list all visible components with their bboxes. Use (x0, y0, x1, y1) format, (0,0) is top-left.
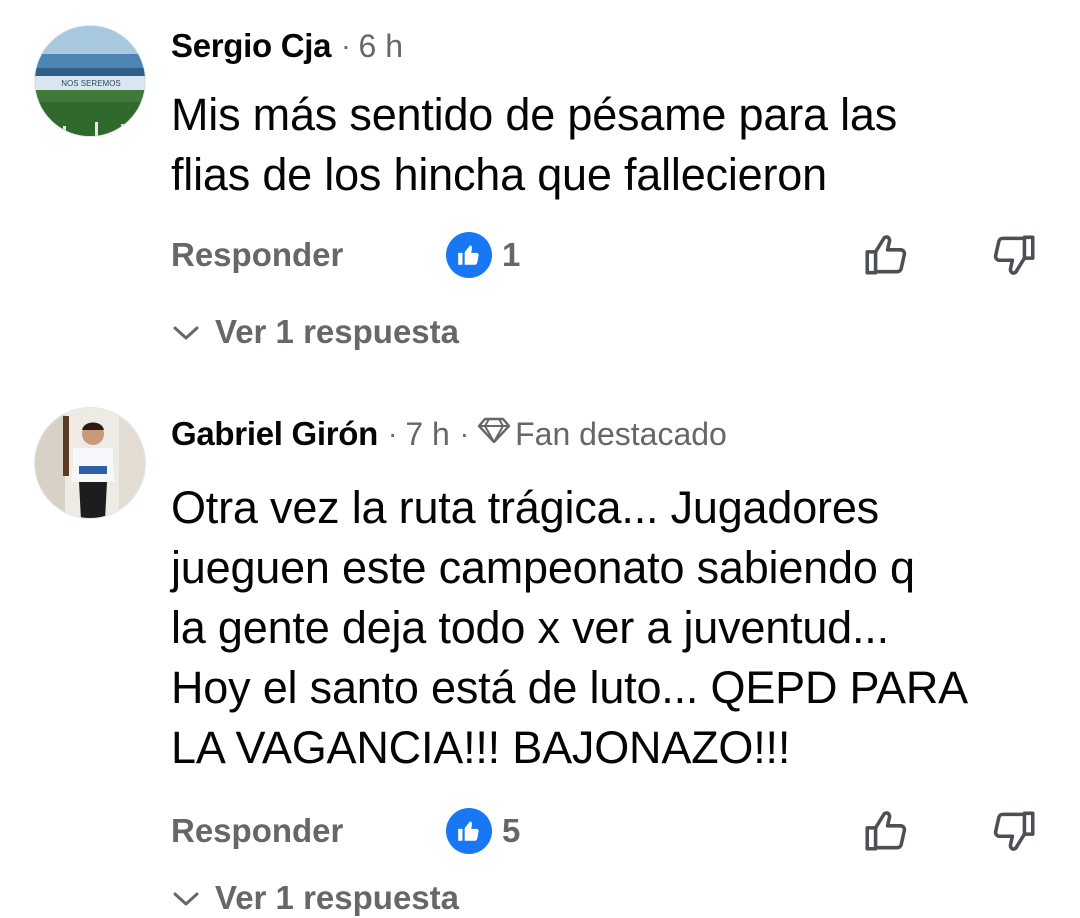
chevron-down-icon (171, 879, 215, 917)
view-replies-link[interactable]: Ver 1 respuesta (171, 878, 459, 918)
timestamp[interactable]: 7 h (405, 416, 449, 453)
reply-button[interactable]: Responder (171, 812, 343, 850)
fan-badge-label: Fan destacado (515, 415, 727, 452)
fan-badge[interactable]: Fan destacado (477, 415, 727, 453)
reply-button[interactable]: Responder (171, 236, 343, 274)
thumbs-down-outline-icon[interactable] (989, 806, 1039, 861)
reaction-count: 1 (502, 236, 521, 273)
chevron-down-icon (171, 313, 215, 351)
author-name[interactable]: Gabriel Girón (171, 415, 378, 453)
comment-actions: Responder 5 (171, 806, 1041, 856)
reaction-count: 5 (502, 812, 521, 849)
comment-meta: Gabriel Girón · 7 h · Fan destacado (171, 414, 727, 454)
separator-dot: · (341, 30, 351, 61)
avatar[interactable] (34, 407, 146, 519)
comment-text: Mis más sentido de pésame para las flias… (171, 89, 898, 200)
author-name[interactable]: Sergio Cja (171, 27, 332, 65)
thumbs-up-outline-icon[interactable] (861, 806, 911, 861)
avatar-banner-text: NOS SEREMOS (61, 79, 121, 88)
avatar[interactable]: NOS SEREMOS (34, 25, 146, 137)
thumbs-down-outline-icon[interactable] (989, 230, 1039, 285)
thumbs-up-filled-icon (446, 808, 492, 854)
thumbs-up-filled-icon (446, 232, 492, 278)
reaction-summary[interactable]: 5 (446, 806, 520, 856)
thumbs-up-outline-icon[interactable] (861, 230, 911, 285)
comment-text: Otra vez la ruta trágica... Jugadores ju… (171, 482, 968, 773)
view-replies-label: Ver 1 respuesta (215, 879, 459, 916)
view-replies-link[interactable]: Ver 1 respuesta (171, 312, 459, 352)
diamond-icon (477, 415, 515, 453)
separator-dot: · (459, 418, 470, 449)
reaction-summary[interactable]: 1 (446, 230, 520, 280)
comment-meta: Sergio Cja · 6 h (171, 26, 403, 66)
comment-actions: Responder 1 (171, 230, 1041, 280)
view-replies-label: Ver 1 respuesta (215, 313, 459, 350)
timestamp[interactable]: 6 h (359, 28, 403, 65)
separator-dot: · (387, 418, 398, 449)
